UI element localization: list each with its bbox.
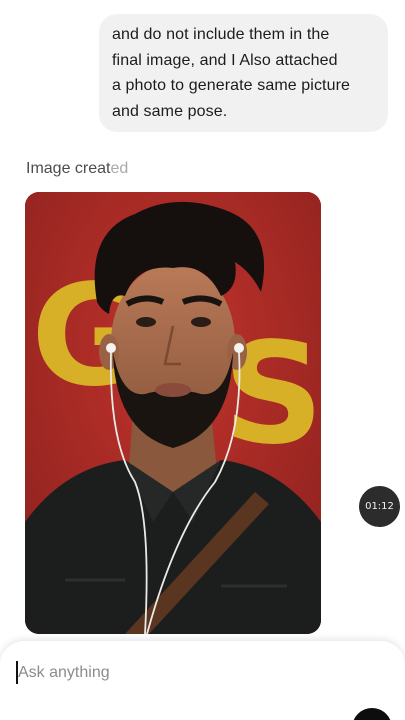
user-message-bubble: and do not include them in the final ima… <box>99 14 388 132</box>
user-message-line: final image, and I Also attached <box>112 51 338 69</box>
timer-badge[interactable]: 01:12 <box>359 486 400 527</box>
ask-anything-input[interactable] <box>18 660 318 686</box>
lips <box>155 383 191 397</box>
image-created-status: Image created <box>26 160 128 178</box>
right-eye <box>191 317 211 327</box>
user-message-line: and do not include them in the <box>112 26 330 43</box>
user-message-line: a photo to generate same picture <box>112 77 351 94</box>
earbud-left <box>106 343 116 353</box>
generated-image[interactable]: G S <box>25 192 321 634</box>
portrait-illustration: G S <box>25 192 321 634</box>
status-text: Image creat <box>26 160 111 177</box>
composer-bar <box>0 641 405 720</box>
status-text-fade: ed <box>110 160 129 177</box>
user-message-line: and same pose. <box>112 102 228 120</box>
earbud-right <box>234 343 244 353</box>
left-eye <box>136 317 156 327</box>
